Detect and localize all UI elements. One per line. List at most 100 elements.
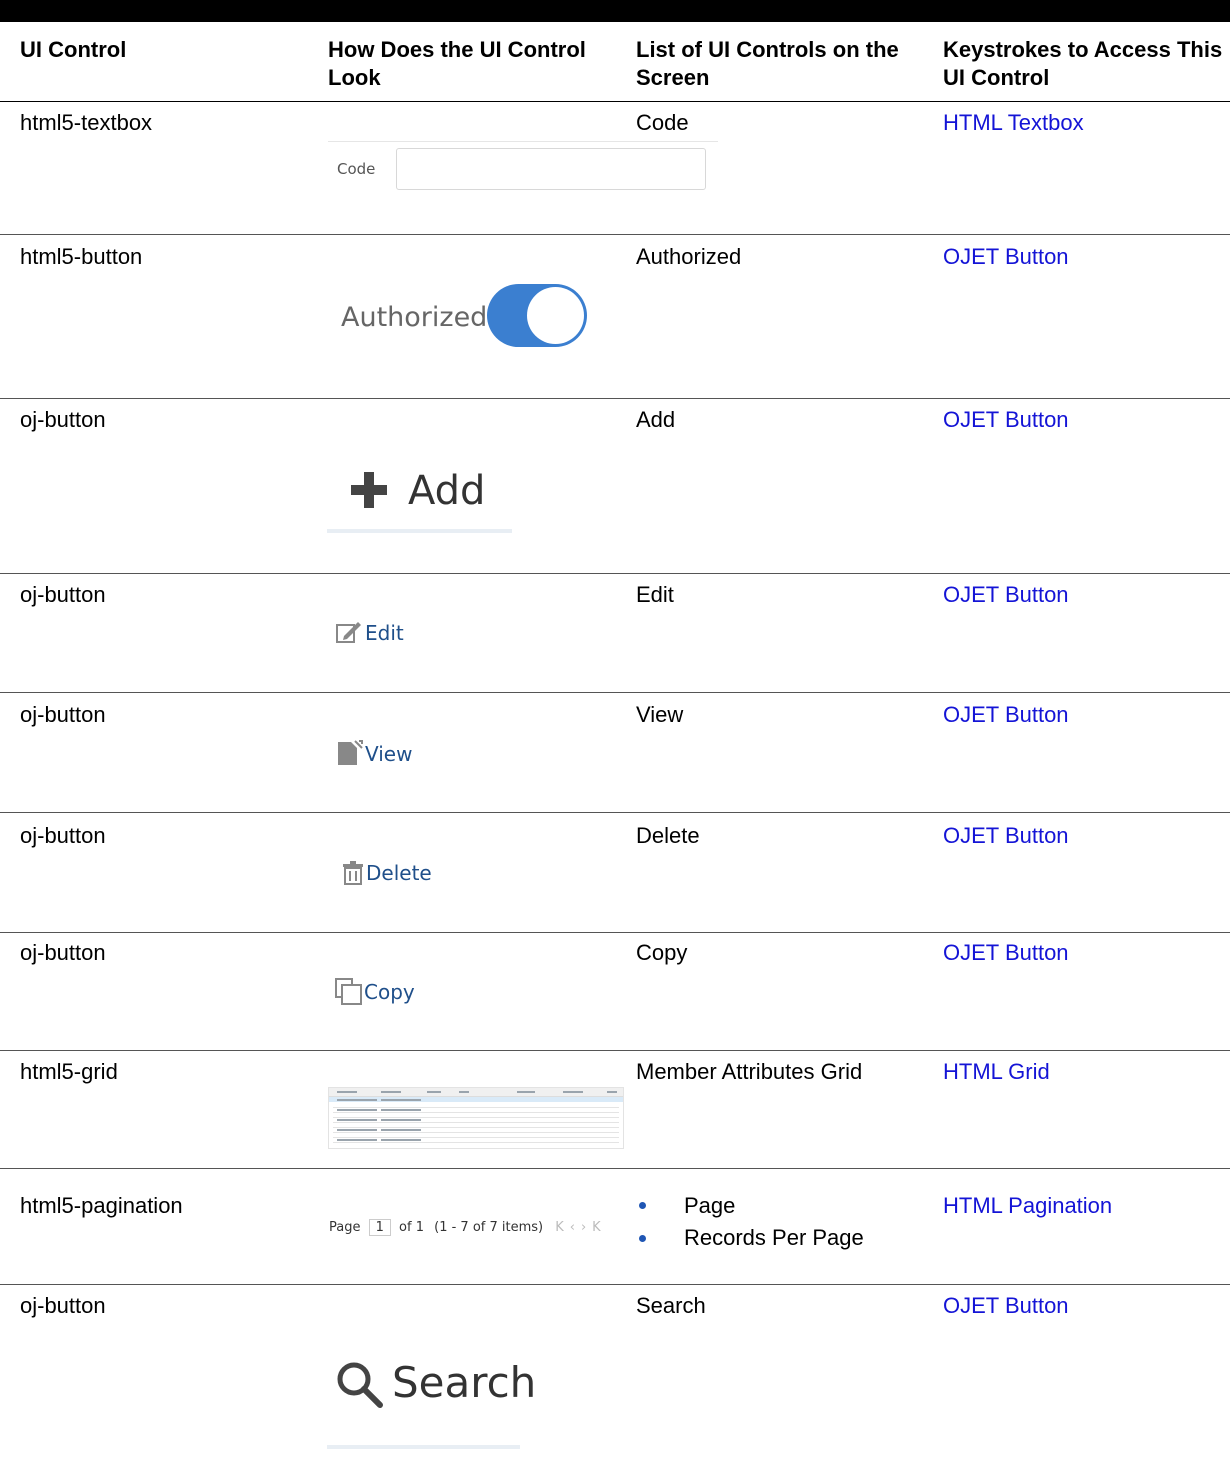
copy-icon bbox=[335, 978, 362, 1005]
grid-text-mark bbox=[459, 1091, 469, 1093]
row-divider bbox=[0, 1168, 1230, 1169]
row-divider bbox=[0, 573, 1230, 574]
row-keystroke-link[interactable]: OJET Button bbox=[943, 581, 1069, 609]
pagination-page-label: Page bbox=[329, 1220, 361, 1235]
grid-row-line bbox=[333, 1132, 619, 1133]
grid-text-mark bbox=[563, 1091, 583, 1093]
pagination-page-input: 1 bbox=[368, 1219, 391, 1236]
table-top-border bbox=[0, 0, 1230, 22]
row-divider bbox=[0, 812, 1230, 813]
row-divider bbox=[0, 1284, 1230, 1285]
preview-underline bbox=[327, 529, 512, 533]
grid-text-mark bbox=[517, 1091, 535, 1093]
header-keystrokes: Keystrokes to Access This UI Control bbox=[943, 37, 1223, 90]
grid-text-mark bbox=[607, 1091, 617, 1093]
row-list-item: Records Per Page bbox=[684, 1225, 864, 1250]
view-icon bbox=[338, 740, 363, 765]
row-divider bbox=[0, 398, 1230, 399]
preview-grid-thumbnail bbox=[328, 1087, 624, 1149]
pagination-of-text: of 1 bbox=[399, 1220, 424, 1235]
grid-text-mark bbox=[337, 1119, 377, 1121]
row-control: oj-button bbox=[20, 407, 106, 432]
row-keystroke-link[interactable]: HTML Grid bbox=[943, 1058, 1050, 1086]
row-list: Member Attributes Grid bbox=[636, 1059, 863, 1084]
row-keystroke-link[interactable]: OJET Button bbox=[943, 406, 1069, 434]
grid-text-mark bbox=[427, 1091, 441, 1093]
preview-add-label: Add bbox=[408, 468, 486, 514]
preview-textbox-label: Code bbox=[337, 160, 376, 178]
grid-text-mark bbox=[337, 1139, 377, 1141]
row-control: oj-button bbox=[20, 1293, 106, 1318]
grid-row-line bbox=[333, 1137, 619, 1138]
row-divider bbox=[0, 692, 1230, 693]
row-list: Search bbox=[636, 1293, 706, 1318]
row-control: html5-button bbox=[20, 244, 143, 269]
preview-divider bbox=[328, 141, 718, 142]
grid-text-mark bbox=[381, 1091, 401, 1093]
toggle-knob bbox=[527, 287, 584, 344]
row-control: oj-button bbox=[20, 702, 106, 727]
preview-toggle-label: Authorized bbox=[341, 302, 488, 333]
row-keystroke-link[interactable]: OJET Button bbox=[943, 243, 1069, 271]
preview-copy-label: Copy bbox=[364, 980, 415, 1004]
row-keystroke-link[interactable]: OJET Button bbox=[943, 1292, 1069, 1320]
row-list: Edit bbox=[636, 582, 674, 607]
header-ui-list: List of UI Controls on the Screen bbox=[636, 37, 899, 90]
row-list: View bbox=[636, 702, 684, 727]
grid-row-line bbox=[333, 1107, 619, 1108]
preview-textbox-input bbox=[396, 148, 706, 190]
row-control: html5-grid bbox=[20, 1059, 118, 1084]
preview-pagination: Page 1 of 1 (1 - 7 of 7 items) K‹›K bbox=[329, 1219, 607, 1236]
row-list: Authorized bbox=[636, 244, 742, 269]
row-keystroke-link[interactable]: OJET Button bbox=[943, 939, 1069, 967]
preview-edit-label: Edit bbox=[365, 621, 404, 645]
row-control: oj-button bbox=[20, 823, 106, 848]
row-control: html5-textbox bbox=[20, 110, 153, 135]
row-control: html5-pagination bbox=[20, 1193, 183, 1218]
header-ui-look: How Does the UI Control Look bbox=[328, 37, 586, 90]
grid-text-mark bbox=[381, 1129, 421, 1131]
header-ui-control: UI Control bbox=[20, 37, 127, 62]
grid-row-line bbox=[333, 1127, 619, 1128]
grid-text-mark bbox=[381, 1109, 421, 1111]
grid-text-mark bbox=[337, 1129, 377, 1131]
grid-text-mark bbox=[381, 1119, 421, 1121]
preview-search-label: Search bbox=[392, 1358, 537, 1407]
row-control: oj-button bbox=[20, 940, 106, 965]
header-divider bbox=[0, 101, 1230, 102]
bullet bbox=[639, 1202, 646, 1209]
row-list: Delete bbox=[636, 823, 700, 848]
preview-view-label: View bbox=[365, 742, 413, 766]
delete-icon bbox=[343, 861, 363, 885]
pagination-nav-icons: K‹›K bbox=[555, 1220, 607, 1235]
row-keystroke-link[interactable]: OJET Button bbox=[943, 822, 1069, 850]
bullet bbox=[639, 1235, 646, 1242]
plus-icon bbox=[351, 472, 387, 508]
row-keystroke-link[interactable]: OJET Button bbox=[943, 701, 1069, 729]
grid-row-line bbox=[333, 1117, 619, 1118]
preview-delete-label: Delete bbox=[366, 861, 432, 885]
row-divider bbox=[0, 932, 1230, 933]
edit-icon bbox=[336, 622, 361, 643]
row-list: Add bbox=[636, 407, 676, 432]
search-icon bbox=[337, 1362, 383, 1408]
grid-text-mark bbox=[337, 1091, 357, 1093]
row-list: Copy bbox=[636, 940, 688, 965]
row-list: Code bbox=[636, 110, 689, 135]
row-keystroke-link[interactable]: HTML Textbox bbox=[943, 109, 1084, 137]
grid-row-line bbox=[333, 1142, 619, 1143]
row-control: oj-button bbox=[20, 582, 106, 607]
grid-row-line bbox=[333, 1122, 619, 1123]
pagination-items-text: (1 - 7 of 7 items) bbox=[434, 1220, 544, 1235]
row-list-item: Page bbox=[684, 1193, 736, 1218]
row-divider bbox=[0, 1050, 1230, 1051]
grid-text-mark bbox=[337, 1109, 377, 1111]
grid-text-mark bbox=[337, 1099, 377, 1101]
grid-row-line bbox=[333, 1112, 619, 1113]
row-keystroke-link[interactable]: HTML Pagination bbox=[943, 1192, 1112, 1220]
preview-underline bbox=[327, 1445, 520, 1449]
grid-text-mark bbox=[381, 1099, 421, 1101]
preview-toggle-switch bbox=[487, 284, 587, 347]
row-divider bbox=[0, 234, 1230, 235]
grid-text-mark bbox=[381, 1139, 421, 1141]
